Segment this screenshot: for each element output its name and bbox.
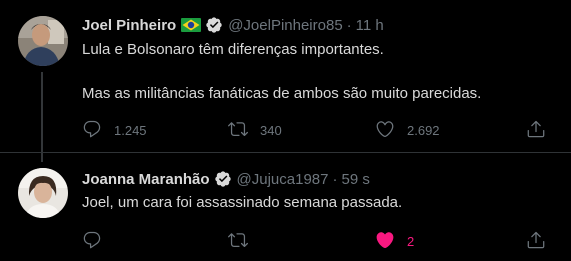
author-name[interactable]: Joel Pinheiro xyxy=(82,17,176,34)
retweet-icon xyxy=(228,230,248,253)
retweet-count: 340 xyxy=(260,122,282,138)
like-button[interactable]: 2 xyxy=(375,229,414,253)
share-icon xyxy=(526,119,546,142)
author-handle[interactable]: @JoelPinheiro85 xyxy=(228,17,342,34)
share-button[interactable] xyxy=(526,118,546,142)
reply-button[interactable]: 1.245 xyxy=(82,118,147,142)
reply-icon xyxy=(82,119,102,142)
heart-icon xyxy=(375,119,395,142)
retweet-button[interactable] xyxy=(228,229,248,253)
author-handle[interactable]: @Jujuca1987 xyxy=(237,171,329,188)
reply-button[interactable] xyxy=(82,229,102,253)
brazil-flag-icon xyxy=(181,18,202,32)
thread-line xyxy=(41,72,43,162)
share-icon xyxy=(526,230,546,253)
author-name[interactable]: Joanna Maranhão xyxy=(82,171,210,188)
tweet[interactable]: Joel Pinheiro @JoelPinheiro85 · 11 h Lul… xyxy=(0,0,571,162)
tweet-text: Mas as militâncias fanáticas de ambos sã… xyxy=(82,85,482,102)
timestamp[interactable]: 11 h xyxy=(356,17,384,34)
like-count: 2.692 xyxy=(407,122,440,138)
tweet-text: Lula e Bolsonaro têm diferenças importan… xyxy=(82,41,384,58)
share-button[interactable] xyxy=(526,229,546,253)
like-button[interactable]: 2.692 xyxy=(375,118,440,142)
tweet-text: Joel, um cara foi assassinado semana pas… xyxy=(82,194,403,211)
heart-filled-icon xyxy=(375,230,395,253)
avatar[interactable] xyxy=(18,16,68,66)
like-count: 2 xyxy=(407,233,415,249)
tweet-actions: 2 xyxy=(82,229,552,253)
separator: · xyxy=(332,170,338,188)
tweet-header: Joel Pinheiro @JoelPinheiro85 · 11 h xyxy=(82,16,384,34)
avatar[interactable] xyxy=(18,168,68,218)
tweet[interactable]: Joanna Maranhão @Jujuca1987 · 59 s Joel,… xyxy=(0,152,571,261)
verified-badge-icon xyxy=(205,16,223,34)
separator: · xyxy=(346,16,352,34)
retweet-icon xyxy=(228,119,248,142)
reply-icon xyxy=(82,230,102,253)
retweet-button[interactable]: 340 xyxy=(228,118,282,142)
tweet-header: Joanna Maranhão @Jujuca1987 · 59 s xyxy=(82,170,370,188)
verified-badge-icon xyxy=(214,170,232,188)
timestamp[interactable]: 59 s xyxy=(342,171,370,188)
tweet-actions: 1.245 340 2.692 xyxy=(82,118,552,142)
reply-count: 1.245 xyxy=(114,122,147,138)
